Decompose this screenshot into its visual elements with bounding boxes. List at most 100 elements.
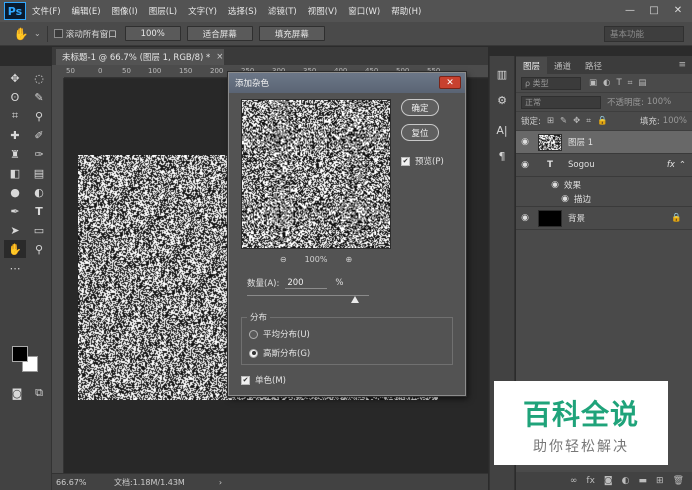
new-layer-icon[interactable]: ⊞ [656,476,664,486]
filter-type-icons[interactable]: ▣◐T⌗▤ [589,78,652,88]
preview-check-box[interactable]: ✔ [401,156,410,166]
reset-button[interactable]: 复位 [401,124,439,141]
opacity-value[interactable]: 100% [647,97,671,107]
gradient-tool-icon[interactable]: ▤ [28,164,50,182]
link-layers-icon[interactable]: ∞ [570,476,578,486]
history-panel-icon[interactable]: ▥ [492,64,512,84]
status-menu-arrow-icon[interactable]: › [219,478,222,487]
zoom-in-icon[interactable]: ⊕ [345,255,352,264]
gaussian-radio-dot[interactable] [249,348,258,358]
path-select-tool-icon[interactable]: ➤ [4,221,26,239]
eye-icon[interactable]: ◉ [516,213,534,223]
character-panel-icon[interactable]: A| [492,120,512,140]
close-button[interactable]: ✕ [668,2,688,18]
rectangle-tool-icon[interactable]: ▭ [28,221,50,239]
brush-tool-icon[interactable]: ✐ [28,126,50,144]
properties-panel-icon[interactable]: ⚙ [492,90,512,110]
minimize-button[interactable]: — [620,2,640,18]
clone-stamp-tool-icon[interactable]: ♜ [4,145,26,163]
checkbox-box[interactable] [53,29,63,38]
zoom-level[interactable]: 66.67% [56,478,108,487]
menu-filter[interactable]: 滤镜(T) [268,5,297,17]
dialog-close-button[interactable]: ✕ [439,76,461,89]
add-mask-icon[interactable]: ◙ [604,476,613,486]
layer-row-sogou[interactable]: ◉ T Sogou fx ⌃ [516,154,692,177]
eye-icon[interactable]: ◉ [516,160,534,170]
eye-icon[interactable]: ◉ [516,137,534,147]
more-tools-icon[interactable]: ⋯ [4,259,26,277]
marquee-tool-icon[interactable]: ◌ [28,69,50,87]
layer-row-background[interactable]: ◉ 背景 🔒 [516,207,692,230]
zoom-100-button[interactable]: 100% [124,26,181,41]
menu-view[interactable]: 视图(V) [308,5,337,17]
noise-preview[interactable] [241,99,391,249]
dialog-title-bar[interactable]: 添加杂色 ✕ [229,73,465,93]
menu-type[interactable]: 文字(Y) [188,5,217,17]
preset-dropdown-icon[interactable]: ⌄ [34,29,41,38]
amount-slider-thumb[interactable] [351,296,359,303]
fill-value[interactable]: 100% [663,116,687,126]
healing-brush-tool-icon[interactable]: ✚ [4,126,26,144]
menu-image[interactable]: 图像(I) [112,5,138,17]
quick-mask-icon[interactable]: ◙ [6,384,28,402]
uniform-radio-dot[interactable] [249,329,258,339]
quick-select-tool-icon[interactable]: ✎ [28,88,50,106]
menu-window[interactable]: 窗口(W) [348,5,380,17]
gaussian-radio[interactable]: 高斯分布(G) [249,347,310,359]
amount-input[interactable]: 200 [285,278,328,289]
scroll-all-windows-checkbox[interactable]: 滚动所有窗口 [53,28,117,40]
delete-layer-icon[interactable]: 🗑 [673,476,684,486]
adjustment-layer-icon[interactable]: ◐ [622,476,630,486]
zoom-tool-icon[interactable]: ⚲ [28,240,50,258]
crop-tool-icon[interactable]: ⌗ [4,107,26,125]
fx-icon[interactable]: fx [667,160,675,170]
foreground-color-swatch[interactable] [12,346,28,362]
status-bar: 66.67% 文档:1.18M/1.43M › [52,473,488,490]
screen-mode-icon[interactable]: ⧉ [28,384,50,402]
menu-layer[interactable]: 图层(L) [149,5,177,17]
hand-tool-preset-icon[interactable]: ✋ [8,24,34,44]
blur-tool-icon[interactable]: ● [4,183,26,201]
blend-mode-select[interactable]: 正常 [521,95,601,109]
dodge-tool-icon[interactable]: ◐ [28,183,50,201]
pen-tool-icon[interactable]: ✒ [4,202,26,220]
maximize-button[interactable]: □ [644,2,664,18]
lock-icons[interactable]: ⊞✎✥⌗🔒 [547,116,614,126]
type-tool-icon[interactable]: T [28,202,50,220]
move-tool-icon[interactable]: ✥ [4,69,26,87]
workspace-select[interactable]: 基本功能 [604,26,684,42]
eye-icon[interactable]: ◉ [546,180,564,190]
paragraph-panel-icon[interactable]: ¶ [492,146,512,166]
ok-button[interactable]: 确定 [401,99,439,116]
eye-icon[interactable]: ◉ [556,194,574,204]
close-tab-icon[interactable]: × [216,52,223,62]
menu-select[interactable]: 选择(S) [228,5,257,17]
zoom-out-icon[interactable]: ⊖ [280,255,287,264]
panel-menu-icon[interactable]: ≡ [678,60,686,70]
tab-layers[interactable]: 图层 [516,57,548,74]
tab-paths[interactable]: 路径 [578,57,609,74]
lasso-tool-icon[interactable]: ʘ [4,88,26,106]
expand-effects-icon[interactable]: ⌃ [679,160,686,170]
new-group-icon[interactable]: ▬ [639,476,648,486]
document-tab[interactable]: 未标题-1 @ 66.7% (图层 1, RGB/8) * × [56,49,224,65]
add-style-icon[interactable]: fx [586,476,595,486]
tab-channels[interactable]: 通道 [547,57,578,74]
stroke-effect-row[interactable]: ◉ 描边 [516,192,692,207]
menu-help[interactable]: 帮助(H) [391,5,421,17]
fit-screen-button[interactable]: 适合屏幕 [186,26,253,41]
menu-file[interactable]: 文件(F) [32,5,61,17]
layer-kind-filter[interactable]: ρ 类型 [521,76,581,90]
hand-tool-icon[interactable]: ✋ [4,240,26,258]
eraser-tool-icon[interactable]: ◧ [4,164,26,182]
mono-check-box[interactable]: ✔ [241,375,250,385]
preview-checkbox[interactable]: ✔ 预览(P) [401,155,444,167]
uniform-radio[interactable]: 平均分布(U) [249,328,310,340]
history-brush-tool-icon[interactable]: ✑ [28,145,50,163]
fill-screen-button[interactable]: 填充屏幕 [258,26,325,41]
effects-row[interactable]: ◉ 效果 [516,177,692,192]
menu-edit[interactable]: 编辑(E) [72,5,101,17]
monochromatic-checkbox[interactable]: ✔ 单色(M) [241,374,286,386]
layer-row-layer1[interactable]: ◉ 图层 1 [516,131,692,154]
eyedropper-tool-icon[interactable]: ⚲ [28,107,50,125]
